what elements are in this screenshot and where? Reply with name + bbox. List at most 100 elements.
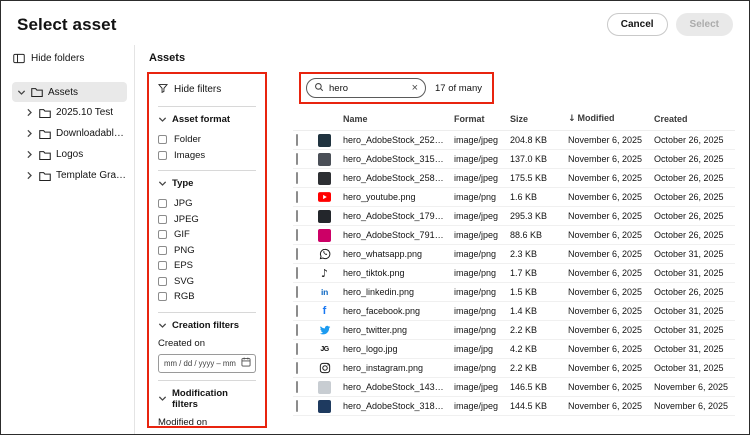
filter-option[interactable]: GIF	[158, 227, 256, 243]
filter-option[interactable]: JPEG	[158, 212, 256, 228]
checkbox[interactable]	[158, 150, 167, 160]
filter-option-label: JPG	[174, 198, 193, 210]
twitter-thumbnail-icon	[318, 324, 331, 337]
filter-option[interactable]: SVG	[158, 274, 256, 290]
column-header-created[interactable]: Created	[651, 110, 735, 131]
created-on-range-input[interactable]: mm / dd / yyyy – mm / dd /	[158, 353, 256, 373]
asset-row[interactable]: in hero_linkedin.png image/png 1.5 KB No…	[293, 282, 735, 302]
cancel-button[interactable]: Cancel	[606, 13, 668, 36]
divider	[158, 311, 256, 313]
type-section-header[interactable]: Type	[158, 178, 256, 189]
row-checkbox[interactable]	[296, 153, 298, 165]
asset-row[interactable]: hero_AdobeStock_143683 image/jpeg 146.5 …	[293, 377, 735, 397]
column-header-modified-label: Modified	[577, 113, 615, 123]
folder-tree-item[interactable]: Template Graphics	[12, 165, 127, 186]
row-checkbox[interactable]	[296, 324, 298, 336]
column-header-format[interactable]: Format	[451, 110, 507, 131]
asset-modified: November 6, 2025	[565, 206, 651, 226]
filter-option[interactable]: RGB	[158, 289, 256, 305]
asset-name: hero_logo.jpg	[340, 339, 451, 359]
asset-size: 2.2 KB	[507, 320, 565, 340]
asset-name: hero_youtube.png	[340, 187, 451, 207]
filters-annotation-box: Hide filters Asset format Folder Images …	[147, 72, 267, 428]
asset-modified: November 6, 2025	[565, 168, 651, 188]
checkbox[interactable]	[158, 261, 167, 271]
row-checkbox[interactable]	[296, 248, 298, 260]
row-checkbox[interactable]	[296, 134, 298, 146]
checkbox[interactable]	[158, 230, 167, 240]
search-input[interactable]: hero ×	[306, 78, 426, 98]
filter-option[interactable]: Folder	[158, 132, 256, 148]
asset-row[interactable]: hero_AdobeStock_791384 image/jpeg 88.6 K…	[293, 225, 735, 245]
asset-row[interactable]: hero_AdobeStock_252964 image/jpeg 204.8 …	[293, 130, 735, 150]
folder-tree-item-assets-root[interactable]: Assets	[12, 82, 127, 102]
filter-option[interactable]: PNG	[158, 243, 256, 259]
row-checkbox-cell	[293, 244, 315, 264]
clear-search-icon[interactable]: ×	[412, 82, 418, 94]
row-checkbox[interactable]	[296, 172, 298, 184]
column-header-name[interactable]: Name	[340, 110, 451, 131]
modification-filters-header[interactable]: Modification filters	[158, 388, 256, 410]
row-checkbox[interactable]	[296, 362, 298, 374]
row-checkbox[interactable]	[296, 286, 298, 298]
checkbox[interactable]	[158, 245, 167, 255]
asset-row[interactable]: hero_AdobeStock_31567E image/jpeg 137.0 …	[293, 149, 735, 169]
checkbox[interactable]	[158, 135, 167, 145]
checkbox[interactable]	[158, 276, 167, 286]
row-checkbox[interactable]	[296, 400, 298, 412]
asset-row[interactable]: hero_whatsapp.png image/png 2.3 KB Novem…	[293, 244, 735, 264]
asset-row[interactable]: f hero_facebook.png image/png 1.4 KB Nov…	[293, 301, 735, 321]
asset-name: hero_whatsapp.png	[340, 244, 451, 264]
row-checkbox[interactable]	[296, 343, 298, 355]
row-thumbnail-cell	[315, 130, 340, 150]
asset-created: October 26, 2025	[651, 168, 735, 188]
folder-tree-item[interactable]: 2025.10 Test	[12, 102, 127, 123]
folder-label: Downloadable Assets	[56, 128, 127, 139]
folder-tree: Assets 2025.10 Test Downloadable Assets …	[12, 82, 127, 186]
select-button[interactable]: Select	[675, 13, 733, 36]
checkbox[interactable]	[158, 199, 167, 209]
filter-option[interactable]: EPS	[158, 258, 256, 274]
row-checkbox[interactable]	[296, 305, 298, 317]
folder-tree-item[interactable]: Downloadable Assets	[12, 123, 127, 144]
column-header-size[interactable]: Size	[507, 110, 565, 131]
asset-format-section-header[interactable]: Asset format	[158, 114, 256, 125]
asset-modified: November 6, 2025	[565, 282, 651, 302]
asset-row[interactable]: hero_AdobeStock_31855S… image/jpeg 144.5…	[293, 396, 735, 416]
filter-option[interactable]: Images	[158, 148, 256, 164]
row-checkbox[interactable]	[296, 229, 298, 241]
asset-created: October 31, 2025	[651, 263, 735, 283]
row-checkbox[interactable]	[296, 210, 298, 222]
row-checkbox[interactable]	[296, 191, 298, 203]
folder-tree-item[interactable]: Logos	[12, 144, 127, 165]
filter-option[interactable]: JPG	[158, 196, 256, 212]
filter-option-label: SVG	[174, 275, 195, 287]
hide-filters-toggle[interactable]: Hide filters	[158, 83, 256, 96]
asset-row[interactable]: hero_instagram.png image/png 2.2 KB Nove…	[293, 358, 735, 378]
hide-folders-toggle[interactable]: Hide folders	[13, 53, 127, 64]
asset-created: October 31, 2025	[651, 244, 735, 264]
asset-row[interactable]: hero_AdobeStock_179402 image/jpeg 295.3 …	[293, 206, 735, 226]
asset-row[interactable]: hero_AdobeStock_258075 image/jpeg 175.5 …	[293, 168, 735, 188]
asset-row[interactable]: ♪ hero_tiktok.png image/png 1.7 KB Novem…	[293, 263, 735, 283]
asset-row[interactable]: hero_twitter.png image/png 2.2 KB Novemb…	[293, 320, 735, 340]
filter-section-modification: Modification filters Modified on mm / dd…	[158, 388, 256, 427]
column-header-modified[interactable]: ↓ Modified	[565, 110, 651, 131]
asset-row[interactable]: hero_youtube.png image/png 1.6 KB Novemb…	[293, 187, 735, 207]
asset-row[interactable]: JG hero_logo.jpg image/jpg 4.2 KB Novemb…	[293, 339, 735, 359]
row-thumbnail-cell: ♪	[315, 263, 340, 283]
checkbox[interactable]	[158, 214, 167, 224]
row-checkbox-cell	[293, 396, 315, 416]
calendar-icon[interactable]	[241, 357, 251, 369]
row-checkbox[interactable]	[296, 267, 298, 279]
row-thumbnail-cell	[315, 149, 340, 169]
row-checkbox[interactable]	[296, 381, 298, 393]
dialog-body: Hide folders Assets 2025.10 Test Downloa…	[1, 45, 749, 434]
checkbox[interactable]	[158, 292, 167, 302]
hide-folders-label: Hide folders	[31, 53, 85, 64]
photo-thumbnail-icon	[318, 133, 331, 147]
creation-filters-header[interactable]: Creation filters	[158, 320, 256, 331]
chevron-down-icon	[158, 179, 167, 188]
asset-format: image/jpeg	[451, 396, 507, 416]
folder-icon	[39, 108, 51, 118]
